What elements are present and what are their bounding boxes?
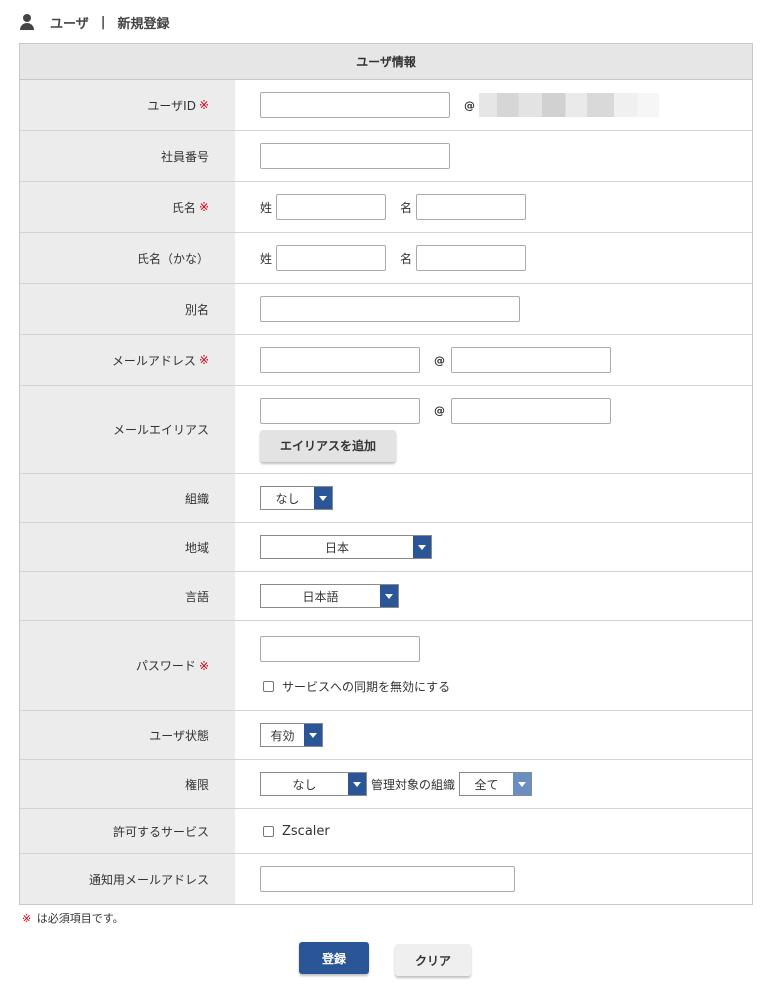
chevron-down-icon	[413, 536, 431, 558]
last-name-prefix: 姓	[260, 200, 273, 215]
user-id-input[interactable]	[260, 92, 450, 118]
user-id-label: ユーザID	[147, 98, 196, 113]
required-mark: ※	[198, 200, 209, 214]
first-name-input[interactable]	[416, 194, 527, 220]
email-alias-at-sign: @	[434, 404, 445, 417]
row-name: 氏名 ※ 姓 名	[20, 182, 752, 233]
email-label: メールアドレス	[111, 353, 196, 368]
form-heading: ユーザ情報	[20, 44, 752, 80]
row-user-status: ユーザ状態 有効	[20, 711, 752, 760]
last-name-kana-prefix: 姓	[260, 251, 273, 266]
permission-select[interactable]: なし	[260, 772, 367, 796]
first-name-kana-prefix: 名	[400, 251, 413, 266]
row-email: メールアドレス ※ @	[20, 335, 752, 386]
user-status-label: ユーザ状態	[149, 728, 209, 743]
required-note: ※ は必須項目です。	[22, 910, 124, 926]
row-employee-no: 社員番号	[20, 131, 752, 182]
row-region: 地域 日本	[20, 523, 752, 572]
header-section: ユーザ	[50, 16, 89, 32]
page-header: ユーザ | 新規登録	[20, 12, 170, 32]
allowed-services-label: 許可するサービス	[112, 824, 209, 839]
permission-selected: なし	[292, 777, 317, 792]
header-separator: |	[100, 14, 106, 30]
blurred-domain	[479, 93, 659, 117]
language-label: 言語	[184, 589, 209, 604]
required-mark: ※	[198, 98, 209, 112]
alias-input[interactable]	[260, 296, 520, 322]
chevron-down-icon	[380, 585, 398, 607]
chevron-down-icon	[304, 724, 322, 746]
permission-label: 権限	[184, 777, 209, 792]
email-local-input[interactable]	[260, 347, 420, 373]
zscaler-checkbox[interactable]	[263, 825, 274, 837]
row-allowed-services: 許可するサービス Zscaler	[20, 809, 752, 854]
add-alias-button[interactable]: エイリアスを追加	[260, 429, 397, 462]
region-select[interactable]: 日本	[260, 535, 432, 559]
user-info-form: ユーザ情報 ユーザID ※ @ 社員番号 氏名 ※ 姓 名 氏名（かな） 姓 名…	[19, 43, 753, 905]
chevron-down-icon	[314, 487, 332, 509]
user-status-select[interactable]: 有効	[260, 723, 323, 747]
region-selected: 日本	[324, 540, 349, 555]
required-mark: ※	[22, 912, 32, 925]
required-mark: ※	[198, 658, 209, 673]
row-email-alias: メールエイリアス @ エイリアスを追加	[20, 386, 752, 474]
managed-org-selected: 全て	[474, 777, 499, 792]
email-alias-label: メールエイリアス	[112, 423, 209, 437]
register-button[interactable]: 登録	[299, 942, 369, 974]
notify-email-input[interactable]	[260, 866, 515, 892]
row-user-id: ユーザID ※ @	[20, 80, 752, 131]
user-id-domain: @	[464, 93, 659, 117]
email-at-sign: @	[434, 353, 445, 367]
name-label: 氏名	[171, 200, 196, 215]
required-mark: ※	[198, 353, 209, 367]
managed-org-select[interactable]: 全て	[459, 772, 533, 796]
row-permission: 権限 なし 管理対象の組織 全て	[20, 760, 752, 809]
required-note-text: は必須項目です。	[36, 912, 124, 925]
row-language: 言語 日本語	[20, 572, 752, 621]
notify-email-label: 通知用メールアドレス	[88, 872, 209, 887]
user-status-selected: 有効	[270, 728, 295, 743]
language-selected: 日本語	[302, 589, 339, 604]
alias-label: 別名	[184, 302, 209, 317]
at-sign: @	[464, 98, 475, 112]
sync-disable-checkbox[interactable]	[263, 681, 274, 692]
password-input[interactable]	[260, 636, 420, 662]
email-alias-local-input[interactable]	[260, 397, 420, 424]
email-alias-domain-input[interactable]	[451, 397, 611, 424]
row-notify-email: 通知用メールアドレス	[20, 854, 752, 904]
email-domain-input[interactable]	[451, 347, 611, 373]
organization-selected: なし	[275, 491, 300, 506]
name-kana-label: 氏名（かな）	[136, 251, 209, 266]
employee-no-label: 社員番号	[160, 149, 209, 164]
row-alias: 別名	[20, 284, 752, 335]
region-label: 地域	[184, 540, 209, 555]
page-title: 新規登録	[117, 16, 170, 32]
user-icon	[20, 14, 34, 30]
clear-button[interactable]: クリア	[395, 944, 471, 976]
sync-disable-label: サービスへの同期を無効にする	[282, 680, 451, 694]
last-name-kana-input[interactable]	[276, 245, 387, 271]
chevron-down-icon	[513, 773, 532, 795]
last-name-input[interactable]	[276, 194, 387, 220]
row-organization: 組織 なし	[20, 474, 752, 523]
employee-no-input[interactable]	[260, 143, 450, 169]
chevron-down-icon	[348, 773, 366, 795]
row-password: パスワード ※ サービスへの同期を無効にする	[20, 621, 752, 711]
row-name-kana: 氏名（かな） 姓 名	[20, 233, 752, 284]
password-label: パスワード	[135, 659, 196, 673]
first-name-kana-input[interactable]	[416, 245, 527, 271]
organization-select[interactable]: なし	[260, 486, 333, 510]
zscaler-label: Zscaler	[282, 823, 330, 839]
language-select[interactable]: 日本語	[260, 584, 399, 608]
managed-org-label: 管理対象の組織	[371, 777, 456, 792]
organization-label: 組織	[184, 491, 209, 506]
first-name-prefix: 名	[400, 200, 413, 215]
